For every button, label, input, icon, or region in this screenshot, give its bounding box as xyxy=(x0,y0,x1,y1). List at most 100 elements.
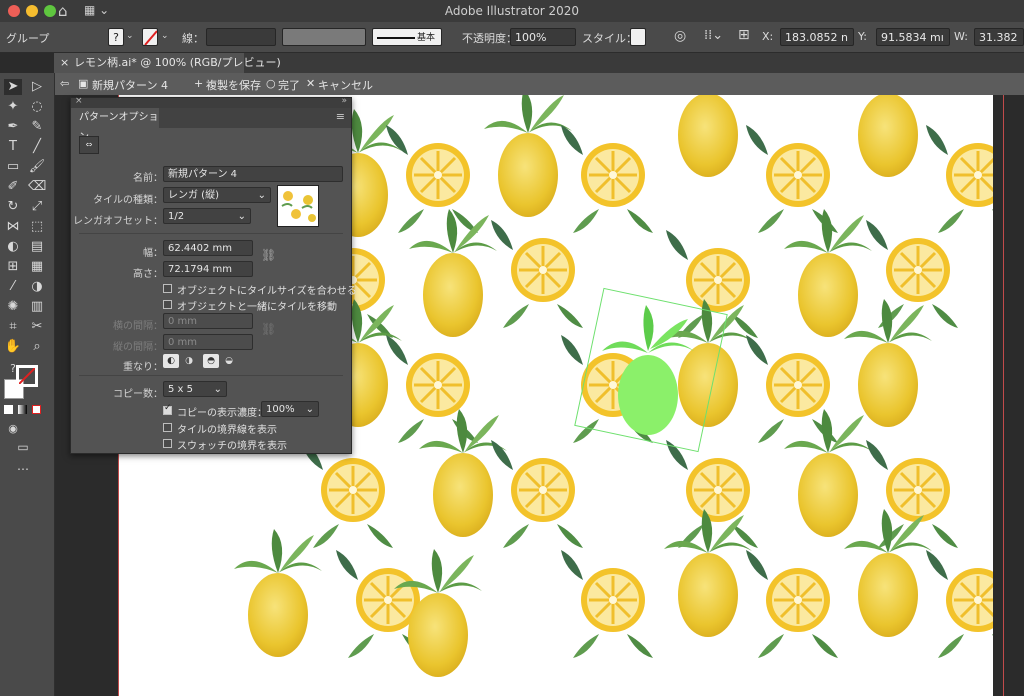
brush-definition-field[interactable]: 基本 xyxy=(372,28,442,46)
eraser-tool-icon[interactable]: ⌫ xyxy=(28,179,46,195)
dim-copies-checkbox[interactable]: ✓ xyxy=(163,403,172,415)
selection-type-label: グループ xyxy=(6,32,50,45)
symbol-sprayer-tool-icon[interactable]: ✺ xyxy=(4,299,22,315)
stroke-color-swatch[interactable] xyxy=(16,365,38,387)
save-copy-button[interactable]: 複製を保存 xyxy=(206,77,261,93)
selection-tool-icon[interactable]: ➤ xyxy=(4,79,22,95)
back-arrow-icon[interactable]: ⇦ xyxy=(60,77,69,90)
perspective-grid-tool-icon[interactable]: ▤ xyxy=(28,239,46,255)
zoom-tool-icon[interactable]: ⌕ xyxy=(28,339,46,355)
h-spacing-field: 0 mm xyxy=(163,313,253,329)
blend-tool-icon[interactable]: ◑ xyxy=(28,279,46,295)
pen-tool-icon[interactable]: ✒ xyxy=(4,119,22,135)
tile-type-value: レンガ (縦) xyxy=(168,190,219,201)
y-field[interactable]: 91.5834 mı xyxy=(876,28,950,46)
graph-tool-icon[interactable]: ▥ xyxy=(28,299,46,315)
overlap-top-front-icon[interactable]: ◓ xyxy=(203,354,219,368)
divider xyxy=(79,233,343,234)
screen-mode-icon[interactable]: ▭ xyxy=(14,439,32,455)
control-bar: グループ ? ⌄ ⌄ 線： 基本 不透明度： 100% スタイル： ◎ ⁞⁞⌄ … xyxy=(0,22,1024,53)
fill-swatch[interactable]: ? xyxy=(108,28,124,46)
artboard-tool-icon[interactable]: ⌗ xyxy=(4,319,22,335)
recolor-artwork-icon[interactable]: ◎ xyxy=(674,28,686,44)
tile-height-field[interactable]: 72.1794 mm xyxy=(163,261,253,277)
cancel-button[interactable]: キャンセル xyxy=(318,77,373,93)
panel-collapse-icon[interactable]: » xyxy=(341,96,347,106)
tile-width-field[interactable]: 62.4402 mm xyxy=(163,240,253,256)
paintbrush-tool-icon[interactable]: 🖌 xyxy=(28,159,46,175)
draw-mode-icon[interactable]: ◉ xyxy=(4,421,22,437)
pattern-name-field[interactable]: 新規パターン 4 xyxy=(163,166,343,182)
show-tile-edge-checkbox[interactable] xyxy=(163,423,172,432)
overlap-bottom-front-icon[interactable]: ◒ xyxy=(221,354,237,368)
chevron-down-icon: ⌄ xyxy=(257,190,266,201)
overlap-left-front-icon[interactable]: ◐ xyxy=(163,354,179,368)
rectangle-tool-icon[interactable]: ▭ xyxy=(4,159,22,175)
show-swatch-bounds-checkbox[interactable] xyxy=(163,439,172,448)
panel-grip[interactable]: × » xyxy=(71,96,351,108)
scale-tool-icon[interactable]: ⤢ xyxy=(28,199,46,215)
shaper-tool-icon[interactable]: ✐ xyxy=(4,179,22,195)
document-tab[interactable]: × レモン柄.ai* @ 100% (RGB/プレビュー) xyxy=(54,53,281,73)
tools-panel: ➤ ▷ ✦ ◌ ✒ ✎ T ╱ ▭ 🖌 ✐ ⌫ ↻ ⤢ ⋈ ⬚ ◐ ▤ ⊞ ▦ … xyxy=(0,73,55,696)
type-tool-icon[interactable]: T xyxy=(4,139,22,155)
mesh-tool-icon[interactable]: ⊞ xyxy=(4,259,22,275)
w-label: W: xyxy=(954,30,968,43)
magic-wand-tool-icon[interactable]: ✦ xyxy=(4,99,22,115)
v-spacing-label: 縦の間隔： xyxy=(113,342,163,353)
align-icon[interactable]: ⁞⁞⌄ xyxy=(704,28,723,43)
brick-offset-select[interactable]: 1/2 ⌄ xyxy=(163,208,251,224)
free-transform-tool-icon[interactable]: ⬚ xyxy=(28,219,46,235)
chevron-down-icon[interactable]: ⌄ xyxy=(161,31,169,41)
link-proportions-icon[interactable]: ⛓ xyxy=(261,248,276,262)
graphic-style-swatch[interactable] xyxy=(630,28,646,46)
color-mode-icon[interactable] xyxy=(4,405,13,414)
show-tile-edge-label: タイルの境界線を表示 xyxy=(177,425,277,436)
name-label: 名前： xyxy=(133,173,163,184)
dim-copies-select[interactable]: 100% ⌄ xyxy=(261,401,319,417)
style-label: スタイル： xyxy=(582,32,637,45)
brush-profile-value: 基本 xyxy=(417,33,436,43)
more-tools-icon[interactable]: ⋯ xyxy=(14,461,32,477)
dim-copies-value: 100% xyxy=(266,404,295,415)
hand-tool-icon[interactable]: ✋ xyxy=(4,339,22,355)
gradient-tool-icon[interactable]: ▦ xyxy=(28,259,46,275)
slice-tool-icon[interactable]: ✂ xyxy=(28,319,46,335)
done-button[interactable]: 完了 xyxy=(278,77,300,93)
transform-reference-icon[interactable]: ⊞ xyxy=(738,27,750,43)
fit-tile-checkbox[interactable] xyxy=(163,284,172,293)
lasso-tool-icon[interactable]: ◌ xyxy=(28,99,46,115)
chevron-down-icon: ⌄ xyxy=(305,404,314,415)
curvature-tool-icon[interactable]: ✎ xyxy=(28,119,46,135)
title-bar: ⌂ ▦ ⌄ Adobe Illustrator 2020 xyxy=(0,0,1024,23)
panel-tab-pattern-options[interactable]: パターンオプション xyxy=(71,108,159,143)
overlap-right-front-icon[interactable]: ◑ xyxy=(181,354,197,368)
opacity-field[interactable]: 100% xyxy=(510,28,576,46)
variable-width-profile[interactable] xyxy=(282,28,366,46)
eyedropper-tool-icon[interactable]: ⁄ xyxy=(4,279,22,295)
stroke-weight-field[interactable] xyxy=(206,28,276,46)
panel-close-icon[interactable]: × xyxy=(75,96,83,106)
rotate-tool-icon[interactable]: ↻ xyxy=(4,199,22,215)
line-tool-icon[interactable]: ╱ xyxy=(28,139,46,155)
h-spacing-label: 横の間隔： xyxy=(113,321,163,332)
brick-offset-value: 1/2 xyxy=(168,211,185,222)
close-tab-icon[interactable]: × xyxy=(60,53,69,73)
move-tile-checkbox[interactable] xyxy=(163,300,172,309)
shape-builder-tool-icon[interactable]: ◐ xyxy=(4,239,22,255)
dim-copies-label: コピーの表示濃度： xyxy=(177,408,267,419)
width-tool-icon[interactable]: ⋈ xyxy=(4,219,22,235)
panel-menu-icon[interactable]: ≡ xyxy=(336,110,345,123)
divider xyxy=(79,375,343,376)
none-mode-icon[interactable] xyxy=(32,405,41,414)
direct-selection-tool-icon[interactable]: ▷ xyxy=(28,79,46,95)
chevron-down-icon[interactable]: ⌄ xyxy=(126,31,134,41)
x-field[interactable]: 183.0852 n xyxy=(780,28,854,46)
tile-type-select[interactable]: レンガ (縦) ⌄ xyxy=(163,187,271,203)
copies-select[interactable]: 5 x 5 ⌄ xyxy=(163,381,227,397)
pattern-tile-tool-icon[interactable]: ⇔ xyxy=(79,136,99,154)
gradient-mode-icon[interactable] xyxy=(18,405,27,414)
w-field[interactable]: 31.382 xyxy=(974,28,1024,46)
stroke-swatch[interactable] xyxy=(142,28,158,46)
stroke-label: 線： xyxy=(182,32,204,45)
